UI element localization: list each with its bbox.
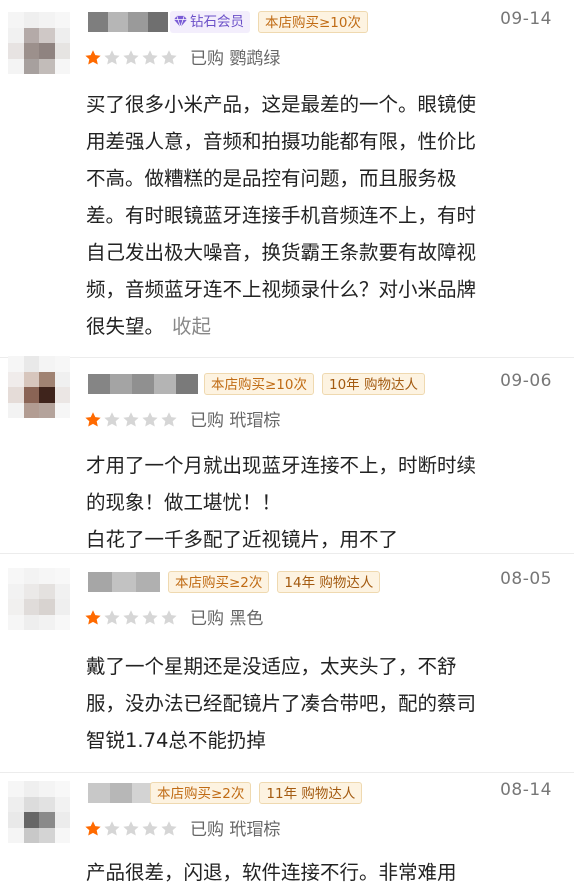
avatar[interactable] — [8, 781, 70, 843]
purchased-variant: 已购 玳瑁棕 — [190, 411, 281, 431]
star-icon — [161, 610, 177, 625]
diamond-icon — [174, 15, 187, 28]
star-icon — [161, 412, 177, 427]
username-masked — [88, 572, 160, 592]
username-masked — [88, 12, 168, 32]
shopping-talent-badge: 14年 购物达人 — [277, 571, 381, 593]
star-icon — [161, 50, 177, 65]
avatar[interactable] — [8, 12, 70, 74]
shop-purchase-badge: 本店购买≥2次 — [168, 571, 270, 593]
review-text-line: 智锐1.74总不能扔掉 — [86, 729, 266, 752]
shop-purchase-badge: 本店购买≥10次 — [258, 11, 368, 33]
purchased-variant: 已购 鹦鹉绿 — [190, 49, 281, 69]
star-icon — [161, 821, 177, 836]
review-text-line: 频，音频蓝牙连不上视频录什么？对小米品牌 — [86, 278, 477, 301]
review-text-line: 用差强人意，音频和拍摄功能都有限，性价比 — [86, 130, 477, 153]
username-masked — [88, 783, 154, 803]
avatar[interactable] — [8, 356, 70, 418]
review-text: 戴了一个星期还是没适应，太夹头了，不舒 服，没办法已经配镜片了凑合带吧，配的蔡司智… — [86, 648, 556, 759]
collapse-link[interactable]: 收起 — [172, 315, 211, 338]
review-date: 08-05 — [500, 569, 552, 589]
star-icon — [104, 412, 120, 427]
review-date: 09-06 — [500, 371, 552, 391]
review-text-line: 自己发出极大噪音，换货霸王条款要有故障视 — [86, 241, 477, 264]
avatar[interactable] — [8, 568, 70, 630]
star-icon — [142, 50, 158, 65]
review-text: 才用了一个月就出现蓝牙连接不上，时断时续 的现象！做工堪忧！！ 白花了一千多配了近视… — [86, 447, 556, 558]
username-masked — [88, 374, 198, 394]
star-icon — [123, 50, 139, 65]
shop-purchase-badge: 本店购买≥10次 — [204, 373, 314, 395]
rating-stars — [84, 49, 178, 67]
star-icon — [85, 610, 101, 625]
rating-stars — [84, 820, 178, 838]
review-text: 产品很差，闪退，软件连接不行。非常难用 — [86, 854, 556, 891]
member-badge-label: 钻石会员 — [190, 14, 244, 30]
review-text-line: 差。有时眼镜蓝牙连接手机音频连不上，有时 — [86, 204, 477, 227]
star-icon — [104, 610, 120, 625]
star-icon — [104, 821, 120, 836]
purchased-variant: 已购 黑色 — [190, 609, 264, 629]
star-icon — [104, 50, 120, 65]
review-text: 买了很多小米产品，这是最差的一个。眼镜使 用差强人意，音频和拍摄功能都有限，性价比… — [86, 86, 556, 345]
star-icon — [142, 412, 158, 427]
shopping-talent-badge: 11年 购物达人 — [259, 782, 363, 804]
star-icon — [85, 50, 101, 65]
review-date: 08-14 — [500, 780, 552, 800]
review-text-line: 很失望。 收起 — [86, 315, 212, 338]
review-text-line: 产品很差，闪退，软件连接不行。非常难用 — [86, 861, 457, 884]
review-text-line: 才用了一个月就出现蓝牙连接不上，时断时续 — [86, 454, 477, 477]
star-icon — [85, 412, 101, 427]
shop-purchase-badge: 本店购买≥2次 — [150, 782, 252, 804]
divider — [0, 357, 574, 358]
purchased-variant: 已购 玳瑁棕 — [190, 820, 281, 840]
divider — [0, 772, 574, 773]
star-icon — [123, 610, 139, 625]
review-text-line: 的现象！做工堪忧！！ — [86, 491, 282, 514]
star-icon — [123, 821, 139, 836]
star-icon — [123, 412, 139, 427]
star-icon — [142, 821, 158, 836]
review-text-line: 不高。做糟糕的是品控有问题，而且服务极 — [86, 167, 457, 190]
review-text-line: 戴了一个星期还是没适应，太夹头了，不舒 — [86, 655, 457, 678]
review-date: 09-14 — [500, 9, 552, 29]
shopping-talent-badge: 10年 购物达人 — [322, 373, 425, 395]
diamond-member-badge: 钻石会员 — [170, 11, 250, 33]
review-text-line: 服，没办法已经配镜片了凑合带吧，配的蔡司 — [86, 692, 477, 715]
divider — [0, 553, 574, 554]
rating-stars — [84, 609, 178, 627]
rating-stars — [84, 411, 178, 429]
review-text-line: 买了很多小米产品，这是最差的一个。眼镜使 — [86, 93, 477, 116]
star-icon — [85, 821, 101, 836]
star-icon — [142, 610, 158, 625]
